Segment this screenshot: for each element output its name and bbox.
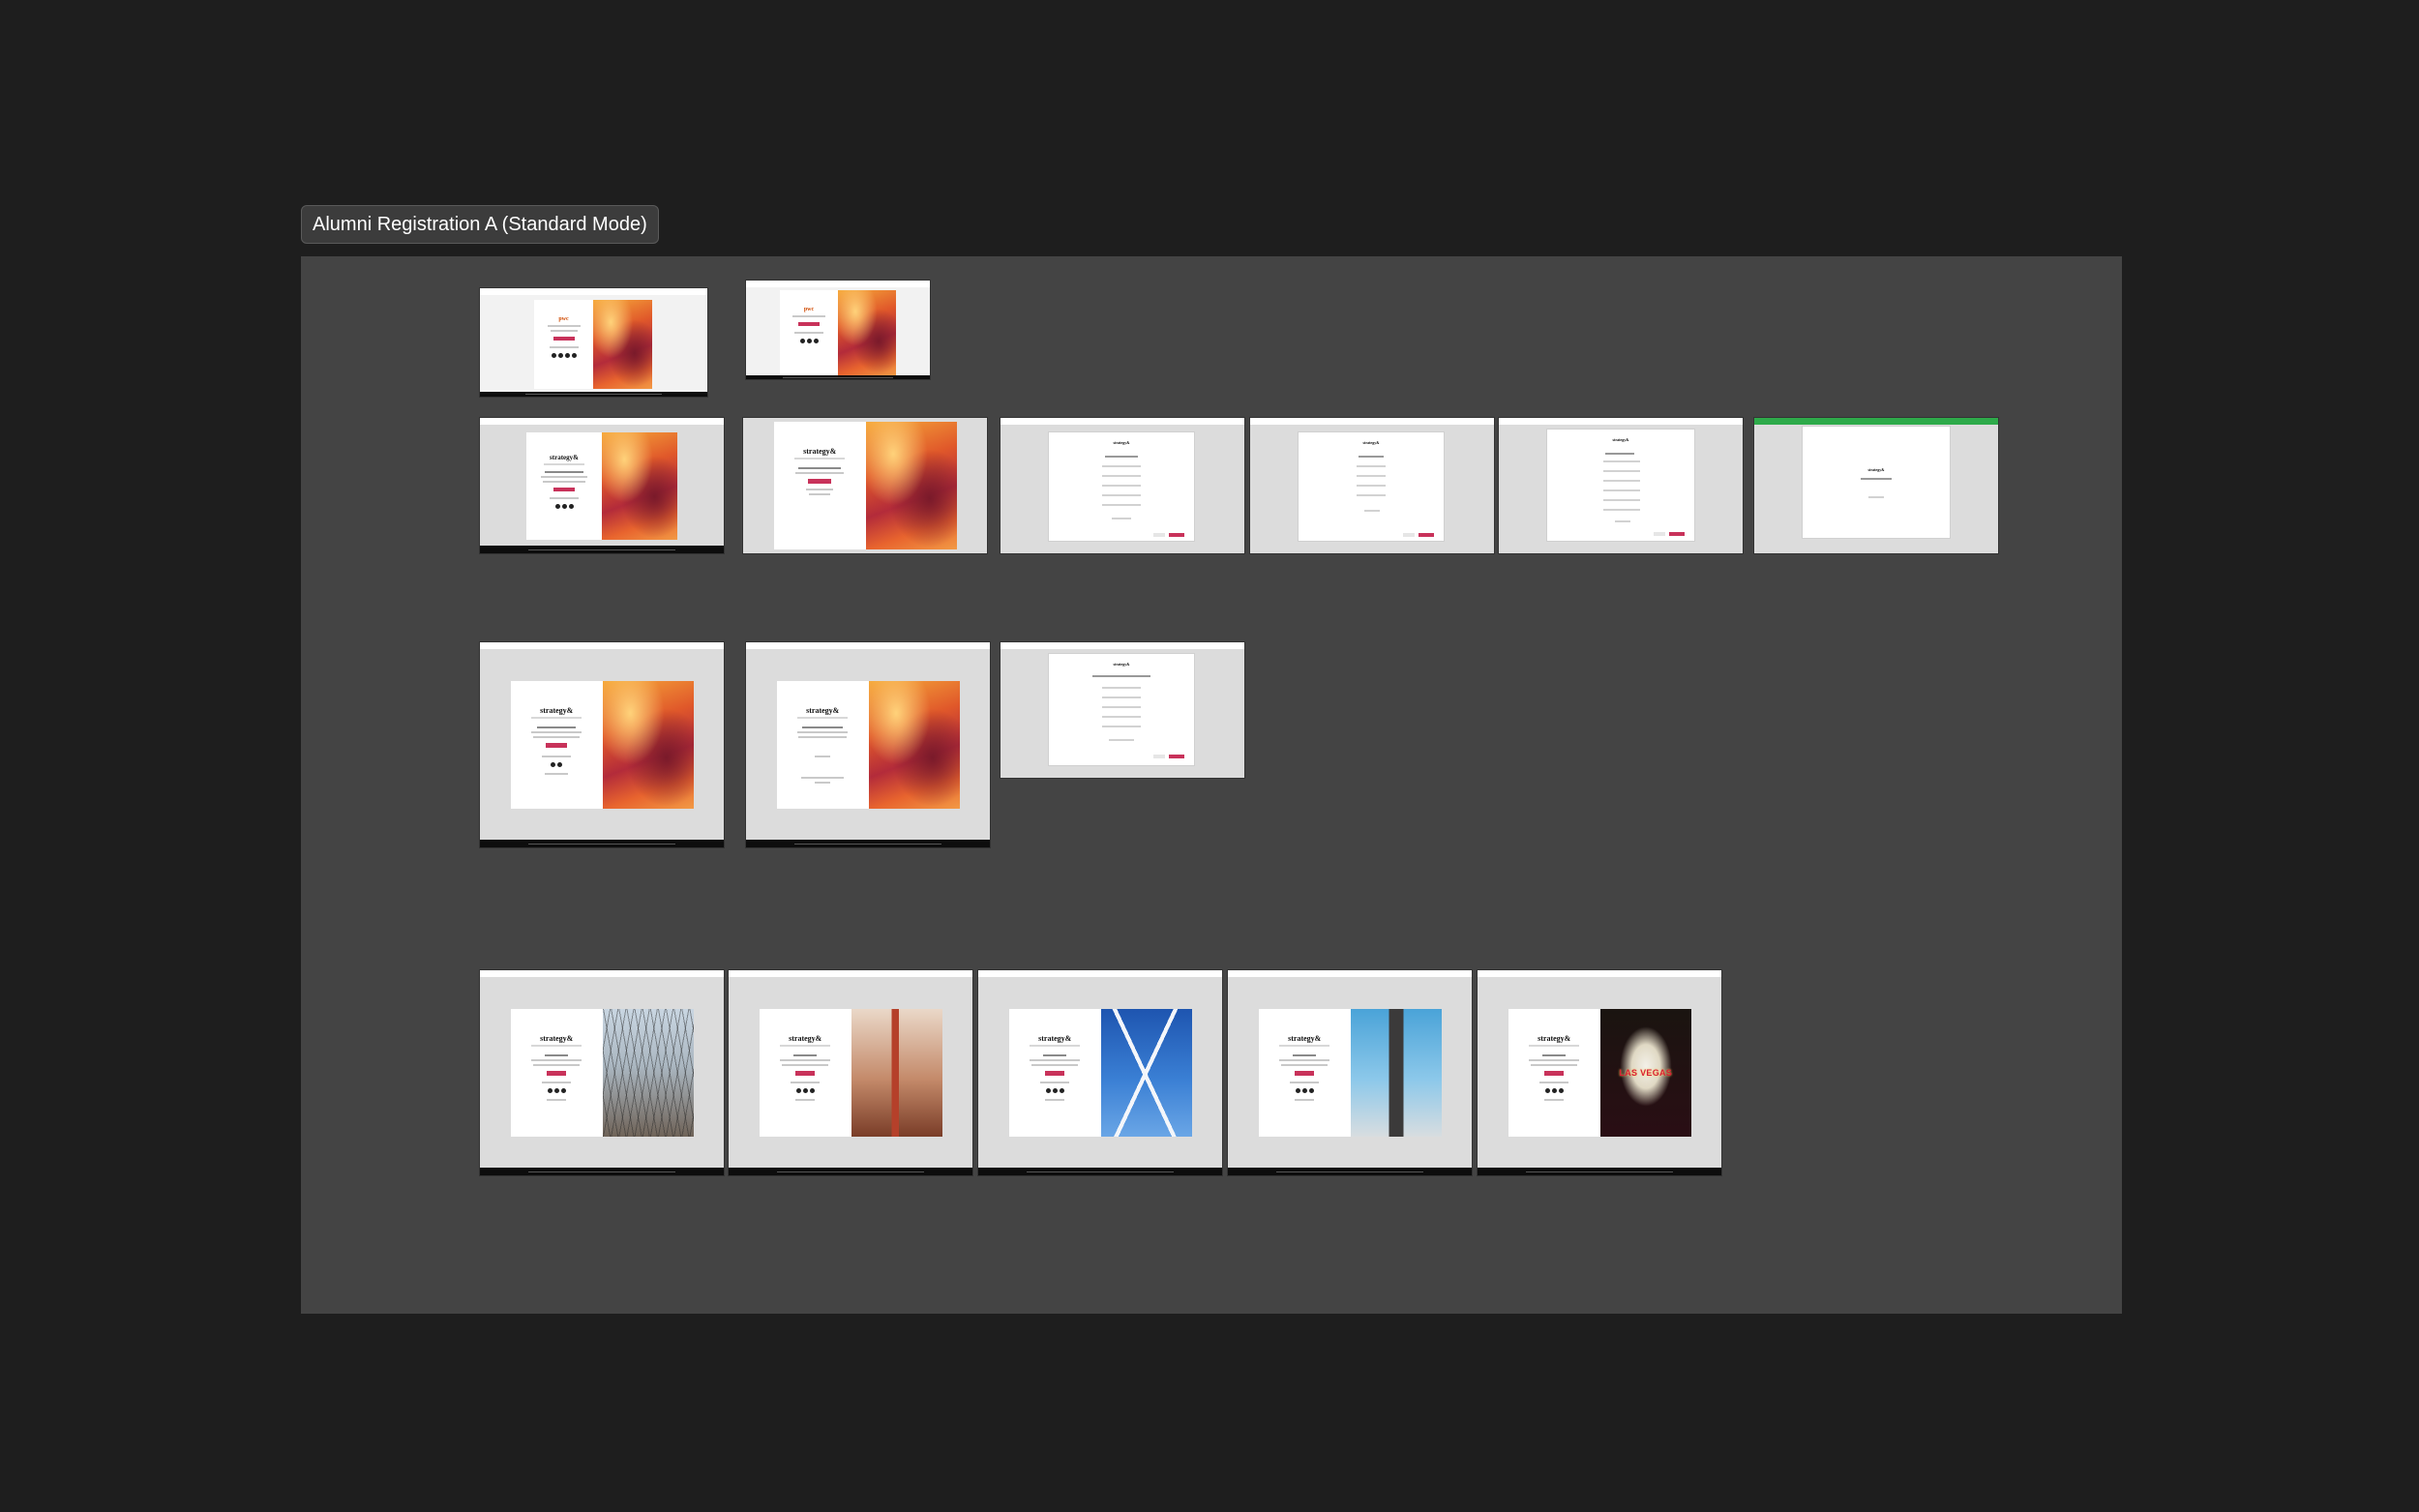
theme-card: strategy&	[1009, 1009, 1192, 1137]
frame-footer	[729, 1168, 972, 1175]
pwc-logo: pwc	[803, 306, 815, 312]
frame-welcome[interactable]: strategy&	[480, 418, 724, 553]
theme-card: strategy&	[1259, 1009, 1442, 1137]
las-vegas-sign-text: LAS VEGAS	[1619, 1068, 1673, 1078]
arch-bridge-image	[1100, 1009, 1192, 1137]
frame-theme-las-vegas[interactable]: strategy& LAS VEGAS	[1478, 970, 1721, 1175]
frame-footer	[480, 1168, 724, 1175]
canyon-image	[868, 681, 960, 809]
theme-card: strategy&	[511, 1009, 694, 1137]
strategy-logo: strategy&	[1362, 440, 1380, 445]
strategy-logo: strategy&	[1038, 1034, 1072, 1044]
frame-form-review[interactable]: strategy&	[1000, 642, 1244, 778]
strategy-logo: strategy&	[1113, 440, 1130, 445]
frame-header	[1250, 418, 1494, 425]
form-card: strategy&	[1049, 432, 1194, 541]
confirm-card: strategy&	[774, 422, 957, 549]
frame-header	[1228, 970, 1472, 977]
canyon-image	[602, 681, 694, 809]
login-card: pwc	[780, 290, 896, 375]
theme-card: strategy&	[760, 1009, 942, 1137]
canyon-image	[838, 290, 896, 375]
frame-header	[480, 418, 724, 425]
frame-login-pwc-b[interactable]: pwc	[746, 281, 930, 379]
frame-welcome-back[interactable]: strategy&	[480, 642, 724, 847]
frame-header	[729, 970, 972, 977]
frame-header	[746, 642, 990, 649]
frame-header	[1000, 418, 1244, 425]
frame-form-step-3[interactable]: strategy&	[1499, 418, 1743, 553]
frame-footer	[1478, 1168, 1721, 1175]
frame-header	[1499, 418, 1743, 425]
frame-header	[746, 281, 930, 287]
theme-card: strategy& LAS VEGAS	[1508, 1009, 1691, 1137]
frame-login-pwc-a[interactable]: pwc	[480, 288, 707, 397]
frame-footer	[746, 840, 990, 847]
frame-email-sent[interactable]: strategy&	[746, 642, 990, 847]
frame-header	[978, 970, 1222, 977]
strategy-logo: strategy&	[1612, 437, 1629, 442]
brooklyn-bridge-image	[602, 1009, 694, 1137]
frame-form-step-2[interactable]: strategy&	[1250, 418, 1494, 553]
success-banner	[1754, 418, 1998, 425]
canyon-image	[593, 300, 652, 389]
frame-footer	[480, 840, 724, 847]
frame-header	[480, 970, 724, 977]
strategy-logo: strategy&	[1867, 467, 1885, 472]
frame-footer	[480, 392, 707, 397]
las-vegas-sign-image: LAS VEGAS	[1599, 1009, 1691, 1137]
frame-confirm-email[interactable]: strategy&	[743, 418, 987, 553]
frame-theme-eiffel-tower[interactable]: strategy&	[1228, 970, 1472, 1175]
golden-gate-image	[851, 1009, 942, 1137]
strategy-logo: strategy&	[1288, 1034, 1322, 1044]
section-title: Alumni Registration A (Standard Mode)	[313, 214, 647, 235]
frame-footer	[1228, 1168, 1472, 1175]
strategy-logo: strategy&	[1113, 662, 1130, 667]
strategy-logo: strategy&	[1538, 1034, 1571, 1044]
success-card: strategy&	[1803, 427, 1950, 538]
strategy-logo: strategy&	[789, 1034, 822, 1044]
eiffel-tower-image	[1350, 1009, 1442, 1137]
frame-header	[480, 288, 707, 295]
strategy-logo: strategy&	[540, 1034, 574, 1044]
frame-footer	[978, 1168, 1222, 1175]
welcome-card: strategy&	[526, 432, 677, 540]
form-card: strategy&	[1547, 430, 1694, 541]
welcome-back-card: strategy&	[511, 681, 694, 809]
strategy-logo: strategy&	[803, 447, 837, 457]
frame-footer	[480, 546, 724, 553]
frame-header	[1000, 642, 1244, 649]
frame-theme-brooklyn-bridge[interactable]: strategy&	[480, 970, 724, 1175]
form-card: strategy&	[1049, 654, 1194, 765]
frame-theme-golden-gate[interactable]: strategy&	[729, 970, 972, 1175]
canyon-image	[865, 422, 957, 549]
pwc-logo: pwc	[558, 316, 569, 323]
frame-footer	[746, 375, 930, 379]
login-card: pwc	[534, 300, 652, 389]
frame-header	[480, 642, 724, 649]
strategy-logo: strategy&	[540, 706, 574, 716]
form-card: strategy&	[1299, 432, 1444, 541]
design-canvas[interactable]: pwc pwc strategy& strategy& strategy& st…	[301, 256, 2122, 1314]
frame-form-step-1[interactable]: strategy&	[1000, 418, 1244, 553]
frame-theme-margaret-hunt-bridge[interactable]: strategy&	[978, 970, 1222, 1175]
frame-header	[1478, 970, 1721, 977]
strategy-logo: strategy&	[550, 453, 579, 461]
section-title-badge[interactable]: Alumni Registration A (Standard Mode)	[301, 205, 659, 244]
strategy-logo: strategy&	[806, 706, 840, 716]
canyon-image	[602, 432, 677, 540]
frame-success[interactable]: strategy&	[1754, 418, 1998, 553]
email-sent-card: strategy&	[777, 681, 960, 809]
